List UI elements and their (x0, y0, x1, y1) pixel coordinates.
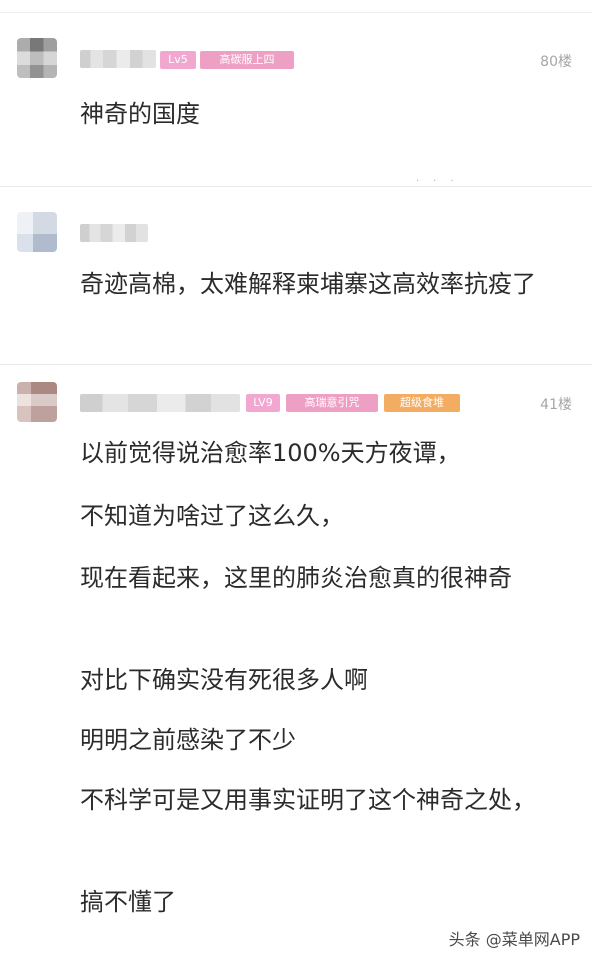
comment-item[interactable]: LV9 高瑞意引咒 超级食堆 41楼 以前觉得说治愈率100%天方夜谭， 不知道… (0, 364, 592, 924)
fan-badge: 高碳服上四 (200, 51, 294, 69)
username-blurred[interactable] (80, 224, 148, 242)
level-badge: Lv5 (160, 51, 196, 69)
source-watermark: 头条 @菜单网APP (448, 930, 580, 949)
avatar[interactable] (17, 212, 57, 252)
level-badge: LV9 (246, 394, 280, 412)
floor-number: 80楼 (540, 54, 572, 70)
special-badge: 超级食堆 (384, 394, 460, 412)
comment-text: 神奇的国度 (80, 100, 200, 128)
comment-line: 不科学可是又用事实证明了这个神奇之处， (80, 786, 536, 814)
avatar[interactable] (17, 38, 57, 78)
comment-item[interactable]: 奇迹高棉，太难解释柬埔寨这高效率抗疫了 (0, 186, 592, 364)
fan-badge: 高瑞意引咒 (286, 394, 378, 412)
comment-line: 对比下确实没有死很多人啊 (80, 666, 368, 694)
username-blurred[interactable] (80, 50, 156, 68)
comment-line: 现在看起来，这里的肺炎治愈真的很神奇 (80, 564, 512, 592)
comment-line: 搞不懂了 (80, 888, 176, 916)
comment-line: 不知道为啥过了这么久， (80, 502, 344, 530)
username-blurred[interactable] (80, 394, 240, 412)
comment-item[interactable]: Lv5 高碳服上四 80楼 神奇的国度 ··· (0, 0, 592, 187)
comment-text: 奇迹高棉，太难解释柬埔寨这高效率抗疫了 (80, 270, 536, 298)
floor-number: 41楼 (540, 397, 572, 413)
comment-line: 以前觉得说治愈率100%天方夜谭， (80, 439, 461, 467)
avatar[interactable] (17, 382, 57, 422)
comment-line: 明明之前感染了不少 (80, 726, 296, 754)
